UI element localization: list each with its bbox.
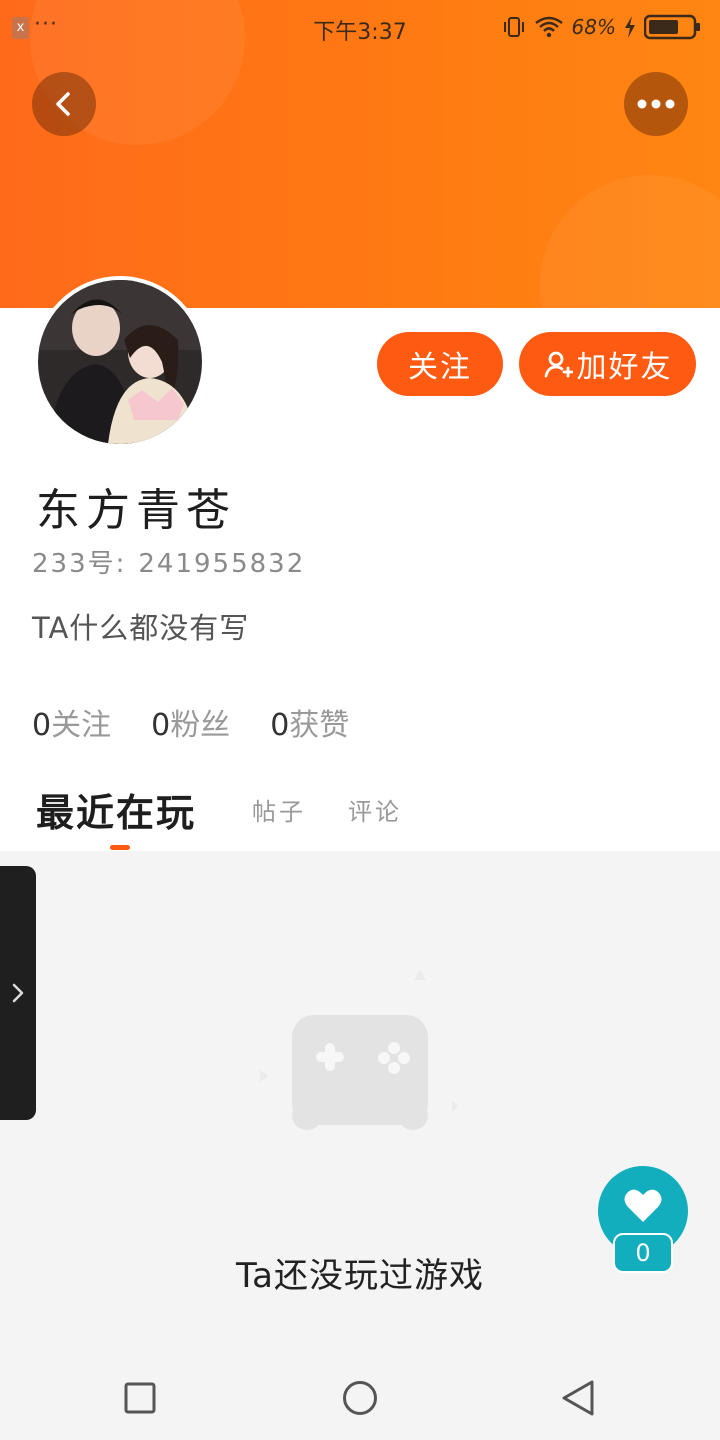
chevron-right-icon bbox=[12, 983, 24, 1003]
battery-percent: 68% bbox=[571, 15, 616, 39]
stat-fans[interactable]: 0粉丝 bbox=[151, 700, 230, 744]
stat-number: 0 bbox=[32, 708, 52, 743]
recent-apps-icon[interactable] bbox=[120, 1378, 160, 1418]
vibrate-icon bbox=[503, 17, 524, 37]
empty-state-text: Ta还没玩过游戏 bbox=[236, 1256, 484, 1296]
avatar-photo bbox=[38, 280, 202, 444]
username: 东方青苍 bbox=[36, 485, 236, 536]
system-nav-bar bbox=[0, 1356, 720, 1440]
heart-icon bbox=[624, 1189, 662, 1222]
stat-number: 0 bbox=[270, 708, 290, 743]
like-count: 0 bbox=[613, 1233, 673, 1273]
more-dots-icon bbox=[637, 99, 675, 109]
back-triangle-icon[interactable] bbox=[558, 1378, 598, 1418]
back-button[interactable] bbox=[32, 72, 96, 136]
status-bar: x ··· 下午3:37 68% bbox=[0, 0, 720, 56]
profile-tabs: 最近在玩 帖子 评论 bbox=[36, 778, 636, 850]
stat-label: 粉丝 bbox=[170, 708, 231, 743]
home-icon[interactable] bbox=[340, 1378, 380, 1418]
add-friend-label: 加好友 bbox=[576, 350, 673, 385]
avatar[interactable] bbox=[34, 276, 206, 448]
user-id-value: 241955832 bbox=[138, 549, 306, 579]
gamepad-icon bbox=[260, 970, 458, 1130]
user-id-label: 233号: bbox=[32, 549, 127, 579]
stat-label: 获赞 bbox=[289, 708, 350, 743]
add-friend-button[interactable]: 加好友 bbox=[519, 332, 696, 396]
user-id: 233号: 241955832 bbox=[32, 543, 305, 580]
follow-button[interactable]: 关注 bbox=[377, 332, 503, 396]
tab-recent-games[interactable]: 最近在玩 bbox=[36, 782, 196, 837]
bolt-icon bbox=[625, 16, 635, 38]
more-options-button[interactable] bbox=[624, 72, 688, 136]
tab-posts[interactable]: 帖子 bbox=[252, 792, 306, 827]
battery-icon bbox=[644, 14, 700, 40]
stats-row: 0关注 0粉丝 0获赞 bbox=[32, 700, 349, 744]
stat-likes[interactable]: 0获赞 bbox=[270, 700, 349, 744]
side-drawer-handle[interactable] bbox=[0, 866, 36, 1120]
bio: TA什么都没有写 bbox=[32, 611, 250, 645]
header-decoration bbox=[540, 175, 720, 308]
active-tab-indicator bbox=[110, 845, 130, 850]
profile-header: x ··· 下午3:37 68% bbox=[0, 0, 720, 308]
wifi-icon bbox=[534, 16, 563, 38]
add-user-icon bbox=[544, 351, 573, 378]
chevron-left-icon bbox=[56, 92, 70, 116]
stat-label: 关注 bbox=[51, 708, 112, 743]
tab-comments[interactable]: 评论 bbox=[348, 792, 402, 827]
stat-following[interactable]: 0关注 bbox=[32, 700, 111, 744]
stat-number: 0 bbox=[151, 708, 171, 743]
